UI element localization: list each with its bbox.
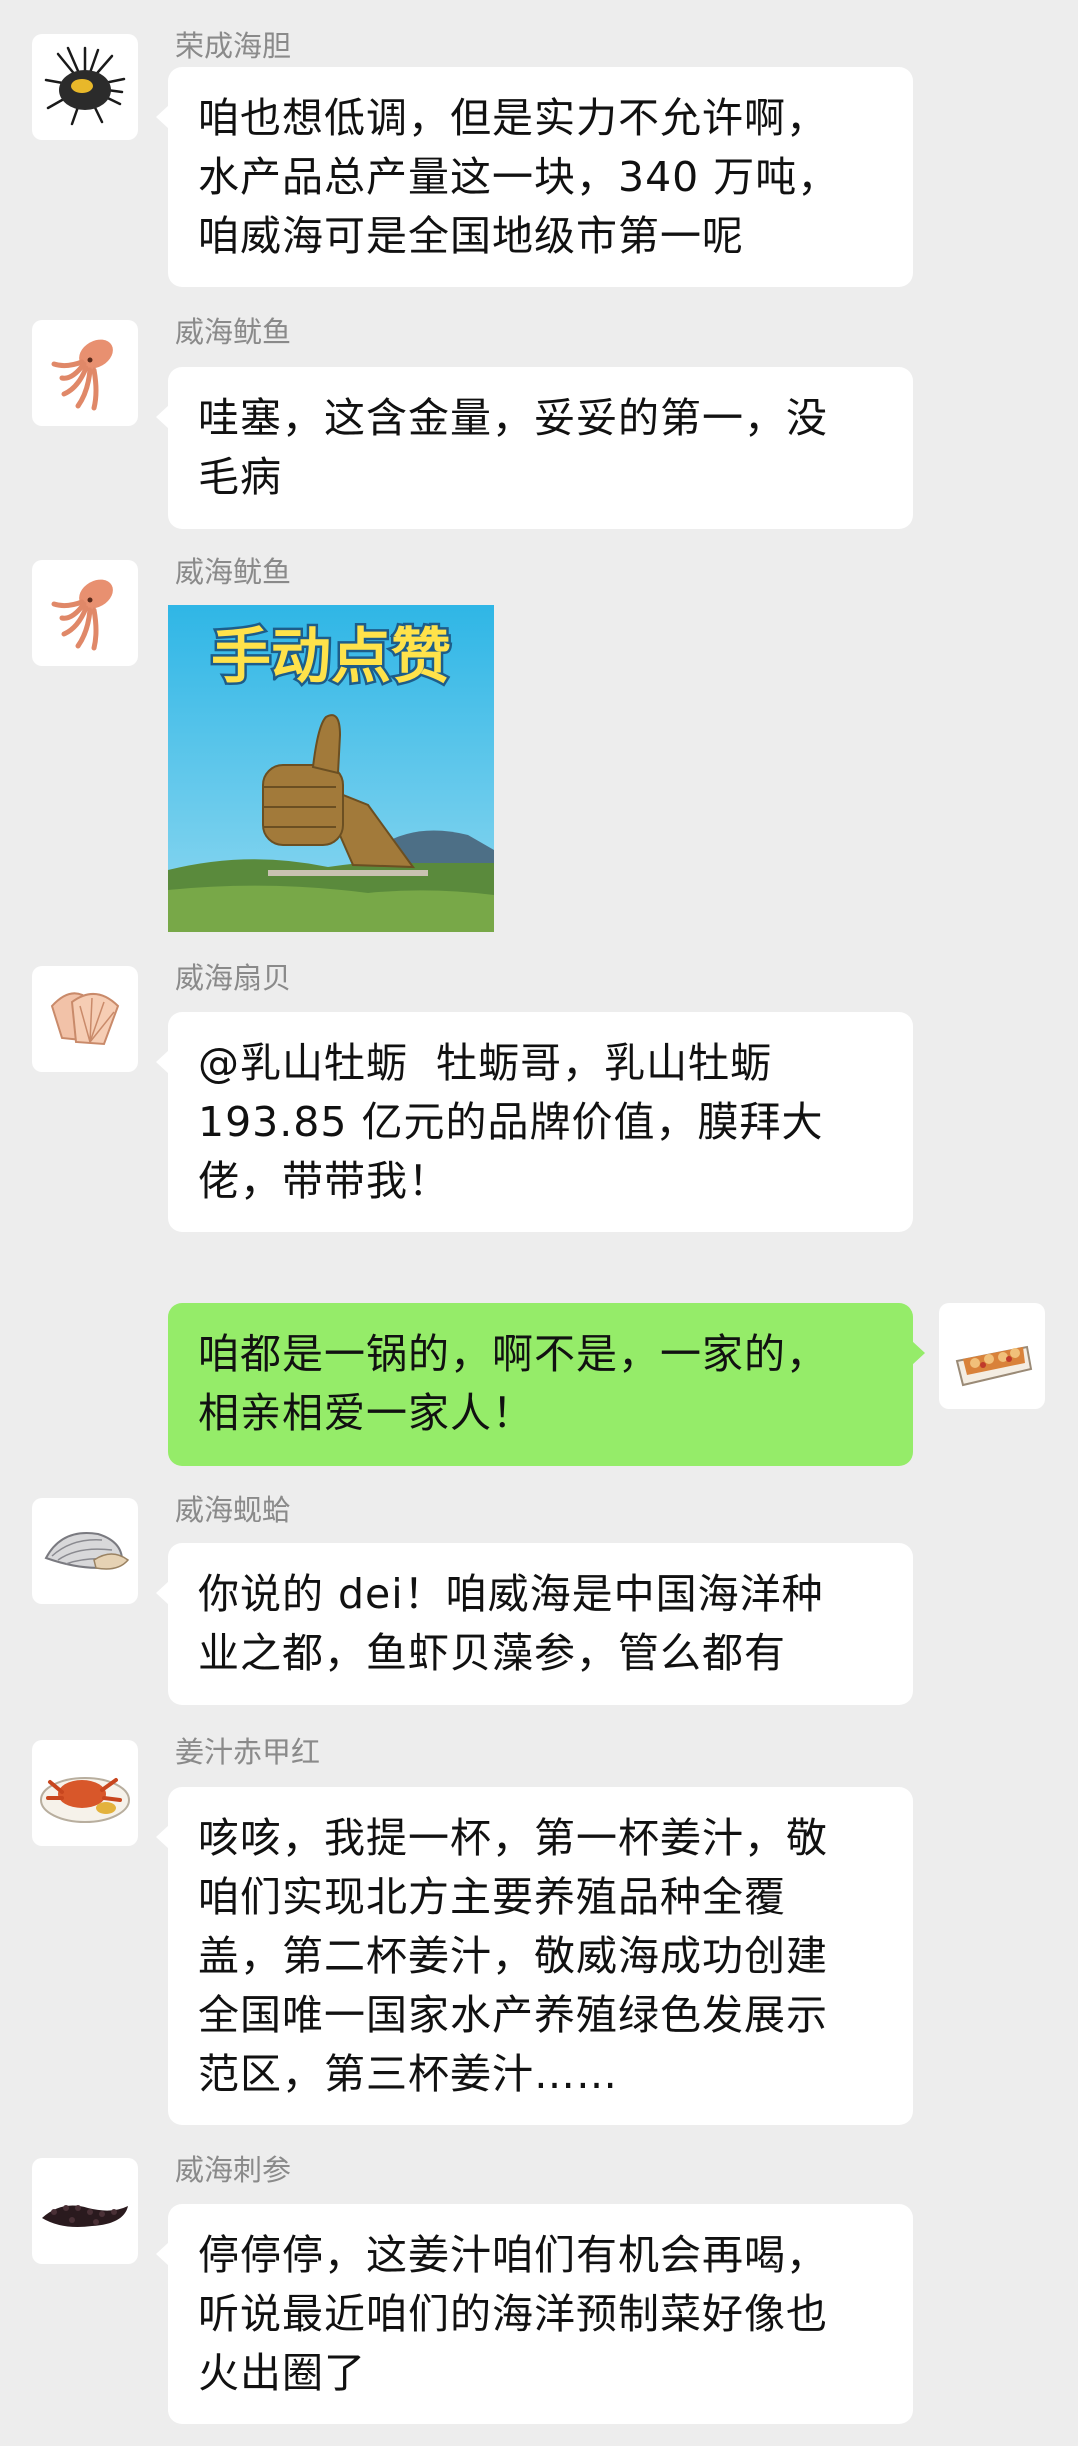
message-text-line: 咱威海可是全国地级市第一呢: [198, 212, 744, 260]
thumbs-up-statue-icon: 手动点赞: [168, 605, 494, 932]
sea-urchin-icon: [44, 46, 126, 126]
avatar[interactable]: [32, 966, 138, 1072]
avatar[interactable]: [32, 34, 138, 140]
message-text-line: 咱也想低调，但是实力不允许啊，: [198, 94, 828, 142]
avatar[interactable]: [32, 1740, 138, 1846]
message-bubble[interactable]: 停停停，这姜汁咱们有机会再喝， 听说最近咱们的海洋预制菜好像也 火出圈了: [156, 2204, 913, 2424]
mention-link[interactable]: @乳山牡蛎: [198, 1039, 408, 1087]
message-bubble[interactable]: @乳山牡蛎 牡蛎哥，乳山牡蛎 193.85 亿元的品牌价值，膜拜大 佬，带带我！: [156, 1012, 913, 1232]
sender-name: 威海鱿鱼: [175, 315, 292, 349]
message-text-line: 停停停，这姜汁咱们有机会再喝，: [198, 2231, 828, 2279]
message-text-line: 范区，第三杯姜汁……: [198, 2050, 618, 2098]
sender-name: 威海蚬蛤: [175, 1493, 292, 1527]
avatar[interactable]: [32, 320, 138, 426]
message-text-line: 你说的 dei！咱威海是中国海洋种: [198, 1570, 824, 1618]
message-text-line: 相亲相爱一家人！: [198, 1389, 534, 1437]
crab-dish-icon: [40, 1777, 130, 1823]
message-text-line: 193.85 亿元的品牌价值，膜拜大: [198, 1098, 824, 1146]
avatar[interactable]: [32, 2158, 138, 2264]
message-text-segment: 牡蛎哥，乳山牡蛎: [408, 1039, 773, 1087]
message-bubble[interactable]: 咳咳，我提一杯，第一杯姜汁，敬 咱们实现北方主要养殖品种全覆 盖，第二杯姜汁，敬…: [156, 1787, 913, 2125]
sender-name: 荣成海胆: [175, 29, 292, 63]
sender-name: 威海扇贝: [175, 961, 292, 995]
message-text-line: 毛病: [198, 453, 282, 501]
message-text-line: 业之都，鱼虾贝藻参，管么都有: [198, 1629, 786, 1677]
prepared-seafood-dish-icon: [955, 1345, 1033, 1387]
scallop-icon: [50, 992, 120, 1046]
sticker-image[interactable]: 手动点赞: [168, 605, 494, 932]
message-text-line: 咳咳，我提一杯，第一杯姜汁，敬: [198, 1814, 828, 1862]
message-text-line: @乳山牡蛎 牡蛎哥，乳山牡蛎: [198, 1034, 883, 1093]
message-bubble[interactable]: 哇塞，这含金量，妥妥的第一，没 毛病: [156, 367, 913, 529]
message-text-line: 全国唯一国家水产养殖绿色发展示: [198, 1991, 828, 2039]
message-text-line: 哇塞，这含金量，妥妥的第一，没: [198, 394, 828, 442]
message-bubble[interactable]: 你说的 dei！咱威海是中国海洋种 业之都，鱼虾贝藻参，管么都有: [156, 1543, 913, 1705]
sender-name: 姜汁赤甲红: [175, 1735, 321, 1769]
sender-name: 威海刺参: [175, 2153, 292, 2187]
sticker-caption: 手动点赞: [211, 622, 451, 692]
avatar[interactable]: [939, 1303, 1045, 1409]
message-text-line: 听说最近咱们的海洋预制菜好像也: [198, 2290, 828, 2338]
sender-name: 威海鱿鱼: [175, 555, 292, 589]
message-text-line: 咱都是一锅的，啊不是，一家的，: [198, 1330, 828, 1378]
message-text-line: 盖，第二杯姜汁，敬威海成功创建: [198, 1932, 828, 1980]
squid-icon: [51, 339, 113, 411]
message-text-line: 佬，带带我！: [198, 1157, 450, 1205]
clam-icon: [44, 1532, 130, 1570]
squid-icon: [51, 579, 113, 651]
avatar[interactable]: [32, 1498, 138, 1604]
message-text-line: 火出圈了: [198, 2349, 366, 2397]
message-text-line: 水产品总产量这一块，340 万吨，: [198, 153, 840, 201]
message-bubble[interactable]: 咱都是一锅的，啊不是，一家的， 相亲相爱一家人！: [168, 1303, 925, 1466]
sea-cucumber-icon: [42, 2205, 128, 2227]
avatar[interactable]: [32, 560, 138, 666]
message-text-line: 咱们实现北方主要养殖品种全覆: [198, 1873, 786, 1921]
message-bubble[interactable]: 咱也想低调，但是实力不允许啊， 水产品总产量这一块，340 万吨， 咱威海可是全…: [156, 67, 913, 287]
